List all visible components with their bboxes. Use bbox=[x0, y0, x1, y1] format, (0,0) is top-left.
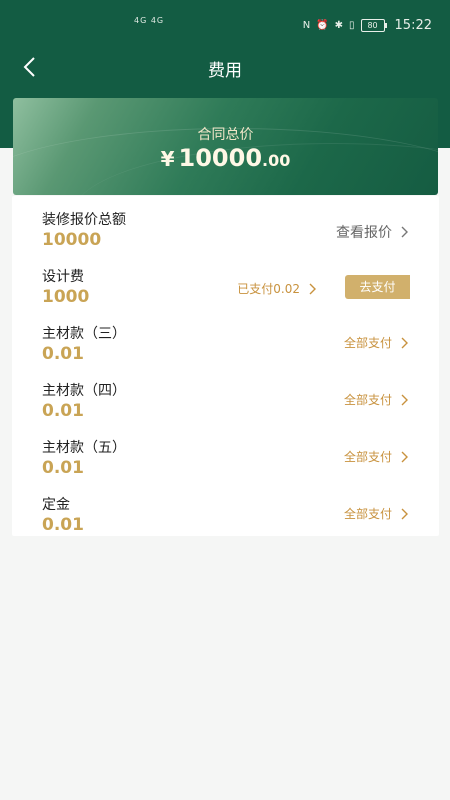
battery-icon: 80 bbox=[360, 19, 387, 32]
chevron-right-icon bbox=[401, 394, 408, 405]
fee-label: 主材款（五） bbox=[42, 440, 126, 456]
fee-label: 主材款（三） bbox=[42, 326, 126, 342]
chevron-right-icon bbox=[401, 337, 408, 348]
page-title: 费用 bbox=[208, 61, 242, 81]
fee-value: 0.01 bbox=[42, 515, 84, 535]
nfc-icon: N bbox=[302, 20, 311, 31]
fee-value: 0.01 bbox=[42, 458, 84, 478]
clock: 15:22 bbox=[394, 18, 432, 33]
chevron-right-icon bbox=[401, 226, 408, 238]
nav-bar: 费用 bbox=[0, 50, 450, 86]
fee-row-quote-total: 装修报价总额 10000 查看报价 bbox=[12, 196, 439, 253]
fee-label: 装修报价总额 bbox=[42, 212, 126, 228]
pay-all-link[interactable]: 全部支付 bbox=[344, 334, 409, 351]
pay-all-label: 全部支付 bbox=[343, 507, 392, 521]
pay-all-link[interactable]: 全部支付 bbox=[344, 448, 409, 465]
contract-total-card: 合同总价 ¥10000.00 bbox=[13, 98, 438, 195]
pay-all-link[interactable]: 全部支付 bbox=[344, 505, 409, 522]
fee-row-material-4: 主材款（四） 0.01 全部支付 bbox=[12, 367, 439, 424]
pay-all-label: 全部支付 bbox=[343, 336, 392, 350]
vibrate-icon: ▯ bbox=[349, 20, 355, 31]
fee-row-material-5: 主材款（五） 0.01 全部支付 bbox=[12, 424, 439, 481]
paid-amount-label: 已支付0.02 bbox=[237, 282, 300, 296]
fee-row-material-3: 主材款（三） 0.01 全部支付 bbox=[12, 310, 439, 367]
pay-all-link[interactable]: 全部支付 bbox=[344, 391, 409, 408]
signal-indicator: 4G 4G bbox=[134, 16, 165, 25]
contract-total-amount: ¥10000.00 bbox=[13, 144, 438, 172]
pay-all-label: 全部支付 bbox=[343, 450, 392, 464]
fee-value: 0.01 bbox=[42, 401, 84, 421]
fee-value: 0.01 bbox=[42, 344, 84, 364]
chevron-right-icon bbox=[401, 451, 408, 462]
status-bar: 4G 4G N ⏰ ✱ ▯ 80 15:22 bbox=[0, 0, 450, 52]
amount-decimal: .00 bbox=[262, 151, 291, 170]
contract-total-label: 合同总价 bbox=[197, 127, 254, 143]
paid-amount-link[interactable]: 已支付0.02 bbox=[237, 280, 317, 297]
view-quote-link[interactable]: 查看报价 bbox=[336, 222, 409, 242]
fee-row-deposit: 定金 0.01 全部支付 bbox=[12, 481, 439, 538]
fee-label: 定金 bbox=[42, 497, 70, 513]
fee-label: 设计费 bbox=[42, 269, 84, 285]
fee-value: 10000 bbox=[42, 230, 102, 250]
chevron-right-icon bbox=[309, 283, 316, 294]
fee-label: 主材款（四） bbox=[42, 383, 126, 399]
fee-value: 1000 bbox=[42, 287, 90, 307]
currency-symbol: ¥ bbox=[160, 147, 175, 171]
status-icons: N ⏰ ✱ ▯ 80 15:22 bbox=[303, 18, 432, 33]
go-pay-button[interactable]: 去支付 bbox=[345, 275, 410, 299]
bluetooth-icon: ✱ bbox=[334, 20, 344, 31]
alarm-icon: ⏰ bbox=[316, 20, 329, 31]
chevron-right-icon bbox=[401, 508, 408, 519]
pay-all-label: 全部支付 bbox=[343, 393, 392, 407]
amount-integer: 10000 bbox=[178, 144, 263, 172]
view-quote-label: 查看报价 bbox=[336, 225, 392, 241]
fee-list: 装修报价总额 10000 查看报价 设计费 1000 已支付0.02 去支付 主… bbox=[12, 196, 439, 536]
